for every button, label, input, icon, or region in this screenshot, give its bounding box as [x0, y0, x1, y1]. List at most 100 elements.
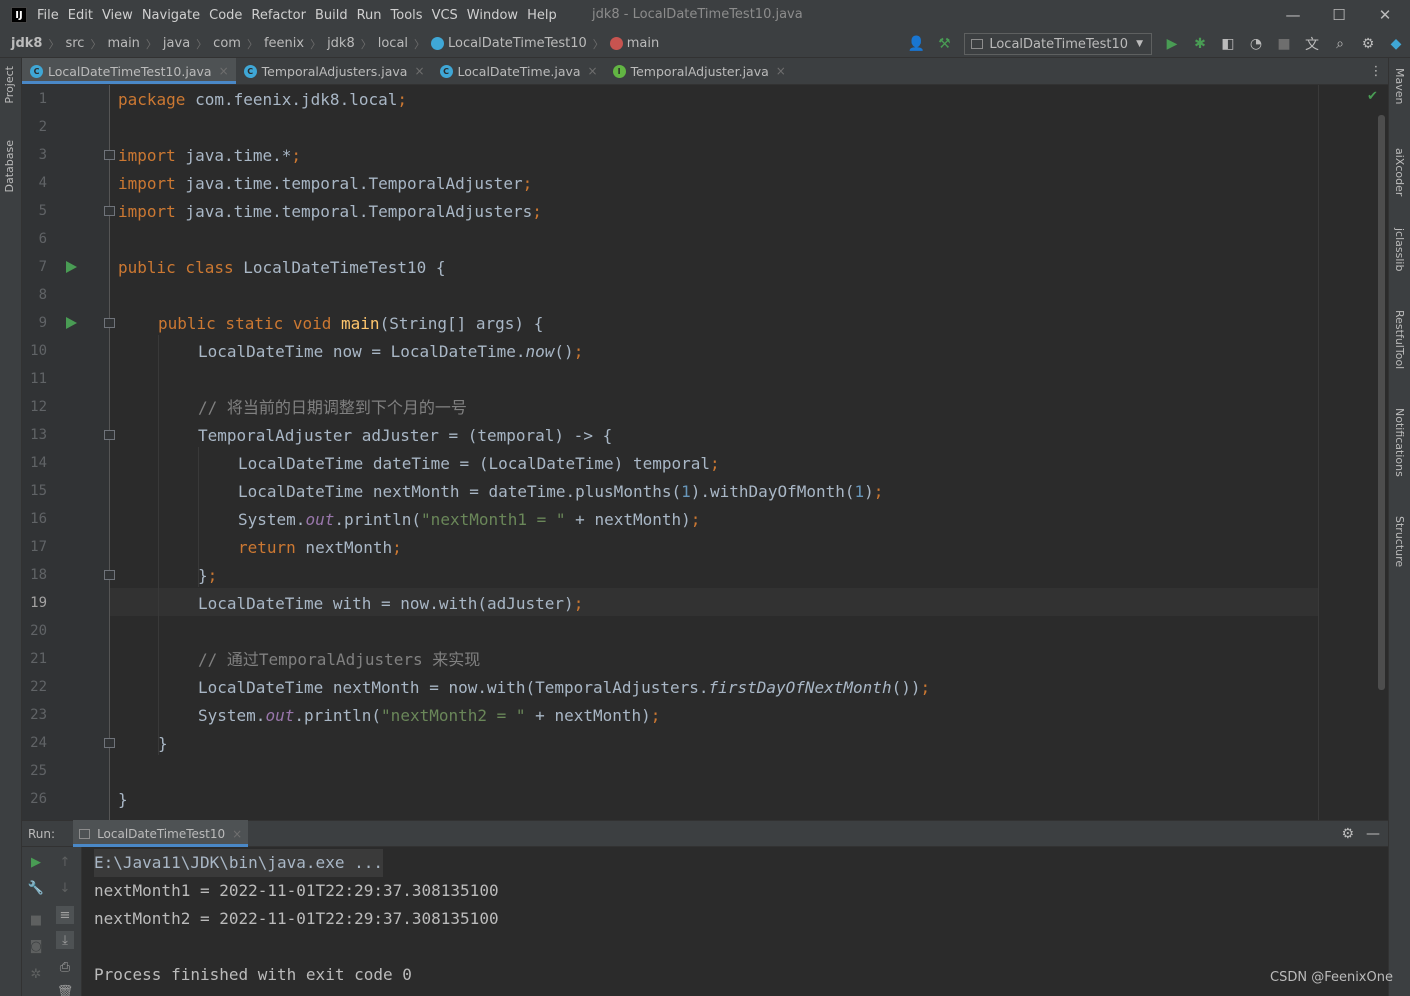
project-tool-tab[interactable]: Project — [3, 66, 16, 104]
menu-edit[interactable]: Edit — [68, 8, 93, 23]
menu-navigate[interactable]: Navigate — [142, 8, 200, 23]
settings-gear-icon[interactable]: ⚙ — [1341, 826, 1354, 842]
line-number: 21 — [30, 651, 47, 667]
close-icon[interactable]: × — [776, 64, 786, 78]
line-number: 17 — [30, 539, 47, 555]
print-icon[interactable]: ⎙ — [56, 958, 74, 976]
profile-icon[interactable]: ◔ — [1245, 33, 1267, 55]
inspection-ok-icon[interactable]: ✔ — [1367, 89, 1378, 104]
breadcrumb-feenix[interactable]: feenix — [264, 36, 304, 51]
close-icon[interactable]: × — [232, 827, 242, 841]
menu-run[interactable]: Run — [357, 8, 382, 23]
run-icon[interactable]: ▶ — [1161, 33, 1183, 55]
line-number: 5 — [38, 203, 47, 219]
run-configuration-label: LocalDateTimeTest10 — [989, 36, 1129, 52]
fold-icon[interactable] — [104, 430, 115, 440]
structure-tool-tab[interactable]: Structure — [1393, 516, 1406, 567]
menu-build[interactable]: Build — [315, 8, 348, 23]
arrow-up-icon[interactable]: ↑ — [56, 853, 74, 871]
camera-icon[interactable]: ◙ — [27, 937, 45, 955]
fold-icon[interactable] — [104, 150, 115, 160]
chevron-right-icon: 〉 — [48, 37, 60, 51]
console-icon — [79, 828, 91, 839]
fold-icon[interactable] — [104, 318, 115, 328]
breadcrumb-method[interactable]: main — [627, 36, 659, 51]
breadcrumb-main[interactable]: main — [107, 36, 139, 51]
chevron-right-icon: 〉 — [196, 37, 208, 51]
tab-menu-icon[interactable]: ⋮ — [1364, 58, 1388, 84]
breadcrumb-com[interactable]: com — [213, 36, 241, 51]
menu-vcs[interactable]: VCS — [432, 8, 458, 23]
tab-localdatetime[interactable]: C LocalDateTime.java × — [432, 58, 605, 84]
breadcrumb-java[interactable]: java — [163, 36, 190, 51]
run-gutter-icon[interactable] — [66, 317, 77, 329]
run-gutter-icon[interactable] — [66, 261, 77, 273]
breadcrumb-jdk8[interactable]: jdk8 — [327, 36, 355, 51]
breadcrumb-class[interactable]: LocalDateTimeTest10 — [448, 36, 587, 51]
plugin-logo-icon[interactable]: ◆ — [1385, 33, 1407, 55]
dump-threads-icon[interactable]: ✲ — [27, 965, 45, 983]
tab-localdatetimetest10[interactable]: C LocalDateTimeTest10.java × — [22, 58, 236, 84]
aixcoder-tool-tab[interactable]: aiXcoder — [1393, 148, 1406, 196]
tab-temporaladjusters[interactable]: C TemporalAdjusters.java × — [236, 58, 432, 84]
jclasslib-tool-tab[interactable]: jclasslib — [1393, 228, 1406, 271]
menu-refactor[interactable]: Refactor — [251, 8, 306, 23]
search-icon[interactable]: ⌕ — [1329, 33, 1351, 55]
line-number: 9 — [38, 315, 47, 331]
trash-icon[interactable]: 🗑 — [56, 983, 74, 996]
scroll-to-end-icon[interactable]: ⤓ — [56, 931, 74, 949]
maximize-icon[interactable]: ☐ — [1324, 4, 1354, 26]
stop-icon[interactable]: ■ — [27, 911, 45, 929]
close-icon[interactable]: × — [414, 64, 424, 78]
code-line-14: LocalDateTime dateTime = (LocalDateTime)… — [238, 454, 720, 473]
editor-scrollbar[interactable] — [1378, 115, 1385, 690]
window-title: jdk8 - LocalDateTimeTest10.java — [592, 7, 803, 22]
settings-gear-icon[interactable]: ⚙ — [1357, 33, 1379, 55]
code-line-16: System.out.println("nextMonth1 = " + nex… — [238, 510, 701, 529]
menu-help[interactable]: Help — [527, 8, 557, 23]
breadcrumb-local[interactable]: local — [378, 36, 408, 51]
menu-file[interactable]: File — [37, 8, 59, 23]
close-icon[interactable]: × — [588, 64, 598, 78]
run-tab[interactable]: LocalDateTimeTest10 × — [73, 820, 249, 847]
stop-icon[interactable]: ■ — [1273, 33, 1295, 55]
code-line-17: return nextMonth; — [238, 538, 402, 557]
close-icon[interactable]: × — [219, 64, 229, 78]
breadcrumb-src[interactable]: src — [65, 36, 84, 51]
tab-temporaladjuster[interactable]: I TemporalAdjuster.java × — [605, 58, 793, 84]
fold-icon[interactable] — [104, 206, 115, 216]
database-tool-tab[interactable]: Database — [3, 140, 16, 193]
code-line-21: // 通过TemporalAdjusters 来实现 — [198, 650, 481, 669]
fold-icon[interactable] — [104, 738, 115, 748]
class-icon: C — [243, 64, 257, 78]
debug-icon[interactable]: ✱ — [1189, 33, 1211, 55]
code-line-7: public class LocalDateTimeTest10 { — [118, 258, 446, 277]
build-hammer-icon[interactable]: ⚒ — [933, 33, 955, 55]
menu-tools[interactable]: Tools — [391, 8, 423, 23]
breadcrumb-project[interactable]: jdk8 — [11, 36, 42, 51]
fold-icon[interactable] — [104, 570, 115, 580]
run-configuration-dropdown[interactable]: LocalDateTimeTest10 ▼ — [964, 33, 1152, 55]
right-margin-guide — [1318, 85, 1319, 820]
menu-window[interactable]: Window — [467, 8, 518, 23]
soft-wrap-icon[interactable]: ≡ — [56, 906, 74, 924]
translate-icon[interactable]: 文 — [1301, 33, 1323, 55]
maven-tool-tab[interactable]: Maven — [1393, 68, 1406, 104]
wrench-icon[interactable]: 🔧 — [27, 879, 45, 897]
minimize-icon[interactable]: — — [1278, 4, 1308, 26]
code-editor[interactable]: 1 2 3 4 5 6 7 8 9 10 11 12 13 14 15 16 1… — [22, 85, 1388, 820]
notifications-tool-tab[interactable]: Notifications — [1393, 408, 1406, 477]
user-icon[interactable]: 👤 — [905, 33, 927, 55]
menu-view[interactable]: View — [102, 8, 133, 23]
line-number: 4 — [38, 175, 47, 191]
coverage-icon[interactable]: ◧ — [1217, 33, 1239, 55]
close-window-icon[interactable]: ✕ — [1370, 4, 1400, 26]
navigation-bar: jdk8 〉 src 〉 main 〉 java 〉 com 〉 feenix 〉 jdk8… — [0, 30, 1410, 58]
chevron-right-icon: 〉 — [246, 37, 258, 51]
minimize-panel-icon[interactable]: — — [1366, 826, 1380, 842]
restfultool-tool-tab[interactable]: RestfulTool — [1393, 310, 1406, 369]
arrow-down-icon[interactable]: ↓ — [56, 879, 74, 897]
console-output[interactable]: E:\Java11\JDK\bin\java.exe ... nextMonth… — [82, 847, 1388, 996]
menu-code[interactable]: Code — [209, 8, 242, 23]
rerun-icon[interactable]: ▶ — [27, 853, 45, 871]
